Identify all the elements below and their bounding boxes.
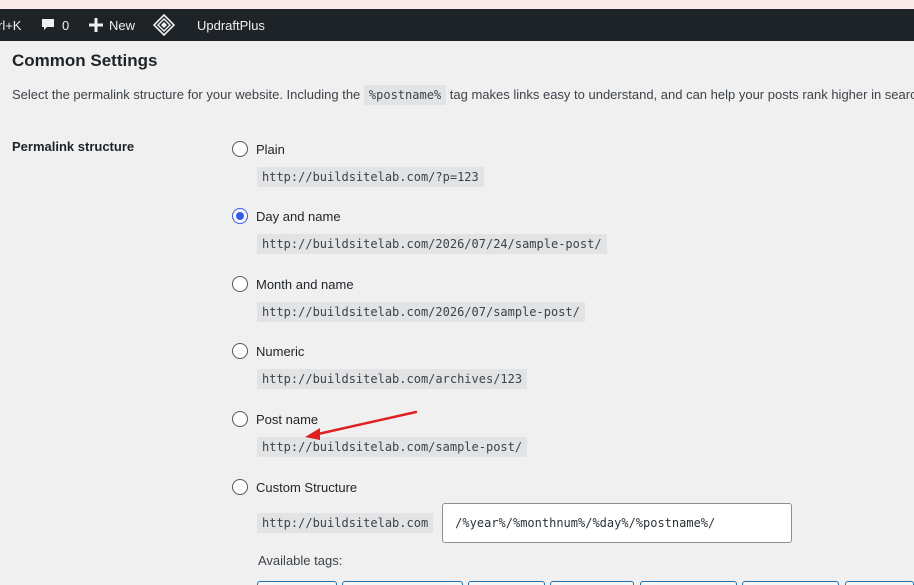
option-month-and-name-label: Month and name [256, 276, 354, 292]
option-month-and-name-label-row[interactable]: Month and name [232, 275, 585, 293]
radio-numeric[interactable] [232, 343, 248, 359]
option-month-and-name: Month and name http://buildsitelab.com/2… [232, 275, 585, 322]
available-tags-label: Available tags: [258, 553, 343, 568]
option-numeric-example: http://buildsitelab.com/archives/123 [257, 369, 528, 389]
section-title: Common Settings [12, 51, 158, 70]
option-plain-example: http://buildsitelab.com/?p=123 [257, 167, 484, 187]
option-numeric-label-row[interactable]: Numeric [232, 342, 527, 360]
browser-top-strip [0, 0, 914, 9]
radio-month-and-name[interactable] [232, 276, 248, 292]
tag-button[interactable] [257, 581, 337, 585]
shortcut-text: rl+K [0, 17, 22, 33]
new-content-link[interactable]: New [89, 9, 135, 41]
comment-icon [40, 17, 56, 33]
option-post-name-label: Post name [256, 411, 319, 427]
custom-structure-input[interactable]: /%year%/%monthnum%/%day%/%postname%/ [442, 503, 793, 543]
tag-button[interactable] [845, 581, 914, 585]
radio-day-and-name[interactable] [232, 208, 248, 224]
tag-button[interactable] [342, 581, 463, 585]
option-custom-structure-label: Custom Structure [256, 479, 358, 495]
option-custom-structure-label-row[interactable]: Custom Structure [232, 478, 357, 496]
option-post-name-label-row[interactable]: Post name [232, 410, 527, 428]
updraftplus-logo-icon [153, 14, 175, 36]
comments-count: 0 [62, 17, 70, 33]
new-label: New [109, 17, 136, 33]
tag-button[interactable] [550, 581, 634, 585]
updraftplus-logo-link[interactable] [153, 9, 175, 41]
radio-custom-structure[interactable] [232, 479, 248, 495]
command-palette-shortcut[interactable]: rl+K [0, 9, 21, 41]
custom-base-url: http://buildsitelab.com [257, 513, 434, 533]
plus-icon [89, 18, 103, 32]
intro-postname-tag: %postname% [363, 85, 447, 105]
option-day-and-name: Day and name http://buildsitelab.com/202… [232, 207, 607, 254]
option-plain-label: Plain [256, 141, 285, 157]
intro-text-before: Select the permalink structure for your … [12, 87, 364, 102]
updraftplus-label: UpdraftPlus [197, 17, 265, 33]
option-numeric-label: Numeric [256, 343, 305, 359]
option-post-name-example: http://buildsitelab.com/sample-post/ [257, 437, 528, 457]
radio-selected-dot [236, 212, 244, 220]
tag-button[interactable] [468, 581, 545, 585]
option-month-and-name-example: http://buildsitelab.com/2026/07/sample-p… [257, 302, 585, 322]
comments-link[interactable]: 0 [40, 9, 69, 41]
option-custom-structure: Custom Structure [232, 478, 357, 496]
custom-structure-value: /%year%/%monthnum%/%day%/%postname%/ [455, 516, 716, 530]
intro-text: Select the permalink structure for your … [12, 85, 914, 105]
radio-post-name[interactable] [232, 411, 248, 427]
option-plain-label-row[interactable]: Plain [232, 140, 484, 158]
updraftplus-menu[interactable]: UpdraftPlus [197, 9, 265, 41]
permalink-structure-label: Permalink structure [12, 139, 135, 154]
tag-button[interactable] [742, 581, 839, 585]
admin-bar: rl+K 0 New UpdraftPlus [0, 9, 914, 41]
option-numeric: Numeric http://buildsitelab.com/archives… [232, 342, 528, 389]
tag-button[interactable] [640, 581, 737, 585]
option-day-and-name-example: http://buildsitelab.com/2026/07/24/sampl… [257, 234, 607, 254]
option-day-and-name-label-row[interactable]: Day and name [232, 207, 607, 225]
option-plain: Plain http://buildsitelab.com/?p=123 [232, 140, 484, 187]
custom-structure-row: http://buildsitelab.com /%year%/%monthnu… [257, 503, 793, 543]
radio-plain[interactable] [232, 141, 248, 157]
intro-text-after: tag makes links easy to understand, and … [446, 87, 914, 102]
option-day-and-name-label: Day and name [256, 208, 341, 224]
option-post-name: Post name http://buildsitelab.com/sample… [232, 410, 528, 457]
